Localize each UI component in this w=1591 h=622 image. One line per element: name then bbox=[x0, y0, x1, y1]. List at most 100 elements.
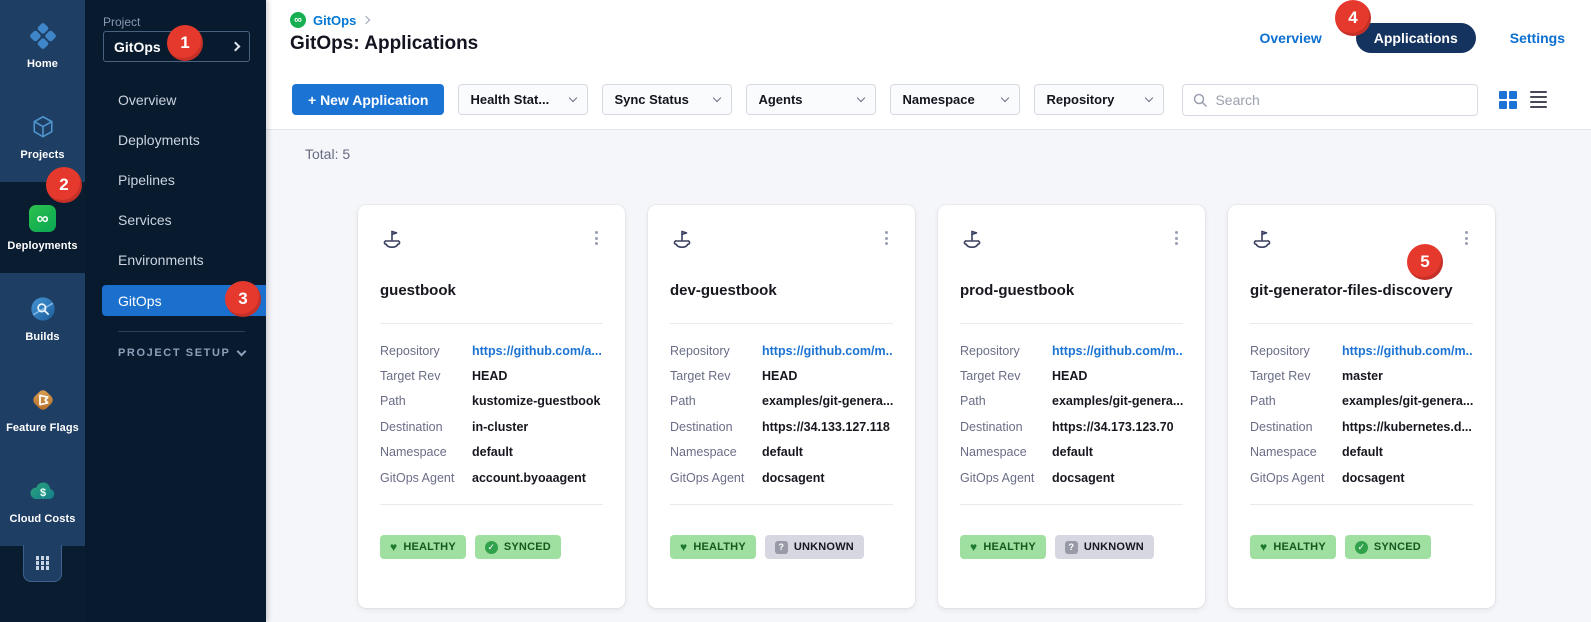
sidebar-item-pipelines[interactable]: Pipelines bbox=[85, 160, 266, 200]
row-value: HEAD bbox=[762, 369, 797, 383]
divider bbox=[960, 323, 1183, 324]
sidebar-item-services[interactable]: Services bbox=[85, 200, 266, 240]
chevron-down-icon bbox=[1001, 94, 1009, 102]
question-icon: ? bbox=[775, 541, 788, 554]
tab-overview[interactable]: Overview bbox=[1259, 30, 1321, 46]
row-label: GitOps Agent bbox=[380, 471, 472, 485]
chevron-right-icon bbox=[231, 42, 241, 52]
total-count: Total: 5 bbox=[305, 146, 350, 162]
project-setup-toggle[interactable]: PROJECT SETUP bbox=[118, 347, 245, 359]
card-row-namespace: Namespacedefault bbox=[1250, 440, 1473, 465]
sidebar-item-deployments[interactable]: Deployments bbox=[85, 120, 266, 160]
row-label: Repository bbox=[380, 344, 472, 358]
search-input[interactable] bbox=[1215, 92, 1467, 108]
card-row-agent: GitOps Agentaccount.byoaagent bbox=[380, 465, 603, 490]
rail-module-label: Projects bbox=[20, 149, 64, 161]
repository-link[interactable]: https://github.com/m... bbox=[1342, 344, 1473, 358]
card-row-path: Pathexamples/git-genera... bbox=[1250, 389, 1473, 414]
application-card-git-generator-files-discovery[interactable]: git-generator-files-discovery Repository… bbox=[1228, 205, 1495, 608]
argo-app-icon bbox=[960, 228, 984, 252]
filter-label: Health Stat... bbox=[470, 92, 549, 107]
sidebar-divider bbox=[118, 331, 245, 332]
sidebar-item-label: Environments bbox=[118, 252, 204, 268]
filter-agents[interactable]: Agents bbox=[746, 84, 876, 115]
sync-status-badge: ?UNKNOWN bbox=[1055, 535, 1154, 559]
filter-health-status[interactable]: Health Stat... bbox=[458, 84, 588, 115]
tab-settings[interactable]: Settings bbox=[1510, 30, 1565, 46]
row-label: Destination bbox=[380, 420, 472, 434]
new-application-button[interactable]: + New Application bbox=[292, 84, 444, 115]
rail-module-label: Home bbox=[27, 58, 58, 70]
row-value: examples/git-genera... bbox=[1342, 394, 1473, 408]
rail-module-home[interactable]: Home bbox=[0, 0, 85, 91]
row-label: Target Rev bbox=[960, 369, 1052, 383]
module-picker-button[interactable] bbox=[23, 545, 62, 582]
deployments-icon: ∞ bbox=[29, 203, 56, 233]
card-menu-kebab-icon[interactable] bbox=[1170, 228, 1183, 248]
rail-bottom bbox=[0, 546, 85, 622]
card-row-destination: Destinationin-cluster bbox=[380, 414, 603, 439]
annotation-badge-4: 4 bbox=[1335, 0, 1371, 36]
row-value: default bbox=[762, 445, 803, 459]
tab-applications[interactable]: Applications bbox=[1356, 23, 1476, 53]
divider bbox=[670, 504, 893, 505]
card-menu-kebab-icon[interactable] bbox=[590, 228, 603, 248]
divider bbox=[670, 323, 893, 324]
filter-repository[interactable]: Repository bbox=[1034, 84, 1164, 115]
row-label: Namespace bbox=[960, 445, 1052, 459]
project-label: Project bbox=[103, 15, 140, 29]
filter-namespace[interactable]: Namespace bbox=[890, 84, 1020, 115]
divider bbox=[1250, 323, 1473, 324]
application-name: prod-guestbook bbox=[960, 282, 1183, 299]
application-card-prod-guestbook[interactable]: prod-guestbook Repositoryhttps://github.… bbox=[938, 205, 1205, 608]
card-row-destination: Destinationhttps://34.173.123.70 bbox=[960, 414, 1183, 439]
view-toggles bbox=[1499, 91, 1547, 109]
row-label: Namespace bbox=[670, 445, 762, 459]
repository-link[interactable]: https://github.com/m... bbox=[1052, 344, 1183, 358]
filter-label: Repository bbox=[1046, 92, 1114, 107]
rail-module-feature-flags[interactable]: Feature Flags bbox=[0, 364, 85, 455]
card-menu-kebab-icon[interactable] bbox=[1460, 228, 1473, 248]
argo-app-icon bbox=[380, 228, 404, 252]
filter-label: Sync Status bbox=[614, 92, 688, 107]
row-value: https://kubernetes.d... bbox=[1342, 420, 1472, 434]
filter-sync-status[interactable]: Sync Status bbox=[602, 84, 732, 115]
breadcrumb-gitops-link[interactable]: GitOps bbox=[313, 13, 356, 28]
list-view-icon[interactable] bbox=[1530, 91, 1547, 109]
sidebar-item-label: Deployments bbox=[118, 132, 200, 148]
row-label: Path bbox=[960, 394, 1052, 408]
sync-status-badge: ✓SYNCED bbox=[1345, 535, 1431, 559]
row-label: Path bbox=[380, 394, 472, 408]
row-value: docsagent bbox=[1342, 471, 1405, 485]
health-status-badge: ♥HEALTHY bbox=[960, 535, 1046, 559]
card-row-target-rev: Target RevHEAD bbox=[960, 363, 1183, 388]
row-label: Repository bbox=[1250, 344, 1342, 358]
project-setup-label: PROJECT SETUP bbox=[118, 347, 231, 359]
card-row-namespace: Namespacedefault bbox=[960, 440, 1183, 465]
row-label: GitOps Agent bbox=[1250, 471, 1342, 485]
health-status-badge: ♥HEALTHY bbox=[380, 535, 466, 559]
rail-module-builds[interactable]: Builds bbox=[0, 273, 85, 364]
sidebar-item-environments[interactable]: Environments bbox=[85, 240, 266, 280]
chevron-down-icon bbox=[569, 94, 577, 102]
card-row-namespace: Namespacedefault bbox=[380, 440, 603, 465]
chevron-right-icon bbox=[362, 16, 370, 24]
module-rail: Home Projects ∞ Deployments Builds Featu… bbox=[0, 0, 85, 622]
repository-link[interactable]: https://github.com/a... bbox=[472, 344, 602, 358]
card-menu-kebab-icon[interactable] bbox=[880, 228, 893, 248]
header-tabs: Overview Applications Settings bbox=[1259, 23, 1565, 53]
repository-link[interactable]: https://github.com/m... bbox=[762, 344, 893, 358]
row-label: Target Rev bbox=[1250, 369, 1342, 383]
card-row-path: Pathkustomize-guestbook bbox=[380, 389, 603, 414]
sync-status-badge: ✓SYNCED bbox=[475, 535, 561, 559]
row-label: Repository bbox=[670, 344, 762, 358]
grid-view-icon[interactable] bbox=[1499, 91, 1517, 109]
rail-module-cloud-costs[interactable]: $ Cloud Costs bbox=[0, 455, 85, 546]
application-card-guestbook[interactable]: guestbook Repositoryhttps://github.com/a… bbox=[358, 205, 625, 608]
card-row-repository: Repositoryhttps://github.com/m... bbox=[1250, 338, 1473, 363]
argo-app-icon bbox=[670, 228, 694, 252]
application-card-dev-guestbook[interactable]: dev-guestbook Repositoryhttps://github.c… bbox=[648, 205, 915, 608]
row-value: https://34.173.123.70 bbox=[1052, 420, 1174, 434]
argo-app-icon bbox=[1250, 228, 1274, 252]
sidebar-item-overview[interactable]: Overview bbox=[85, 80, 266, 120]
